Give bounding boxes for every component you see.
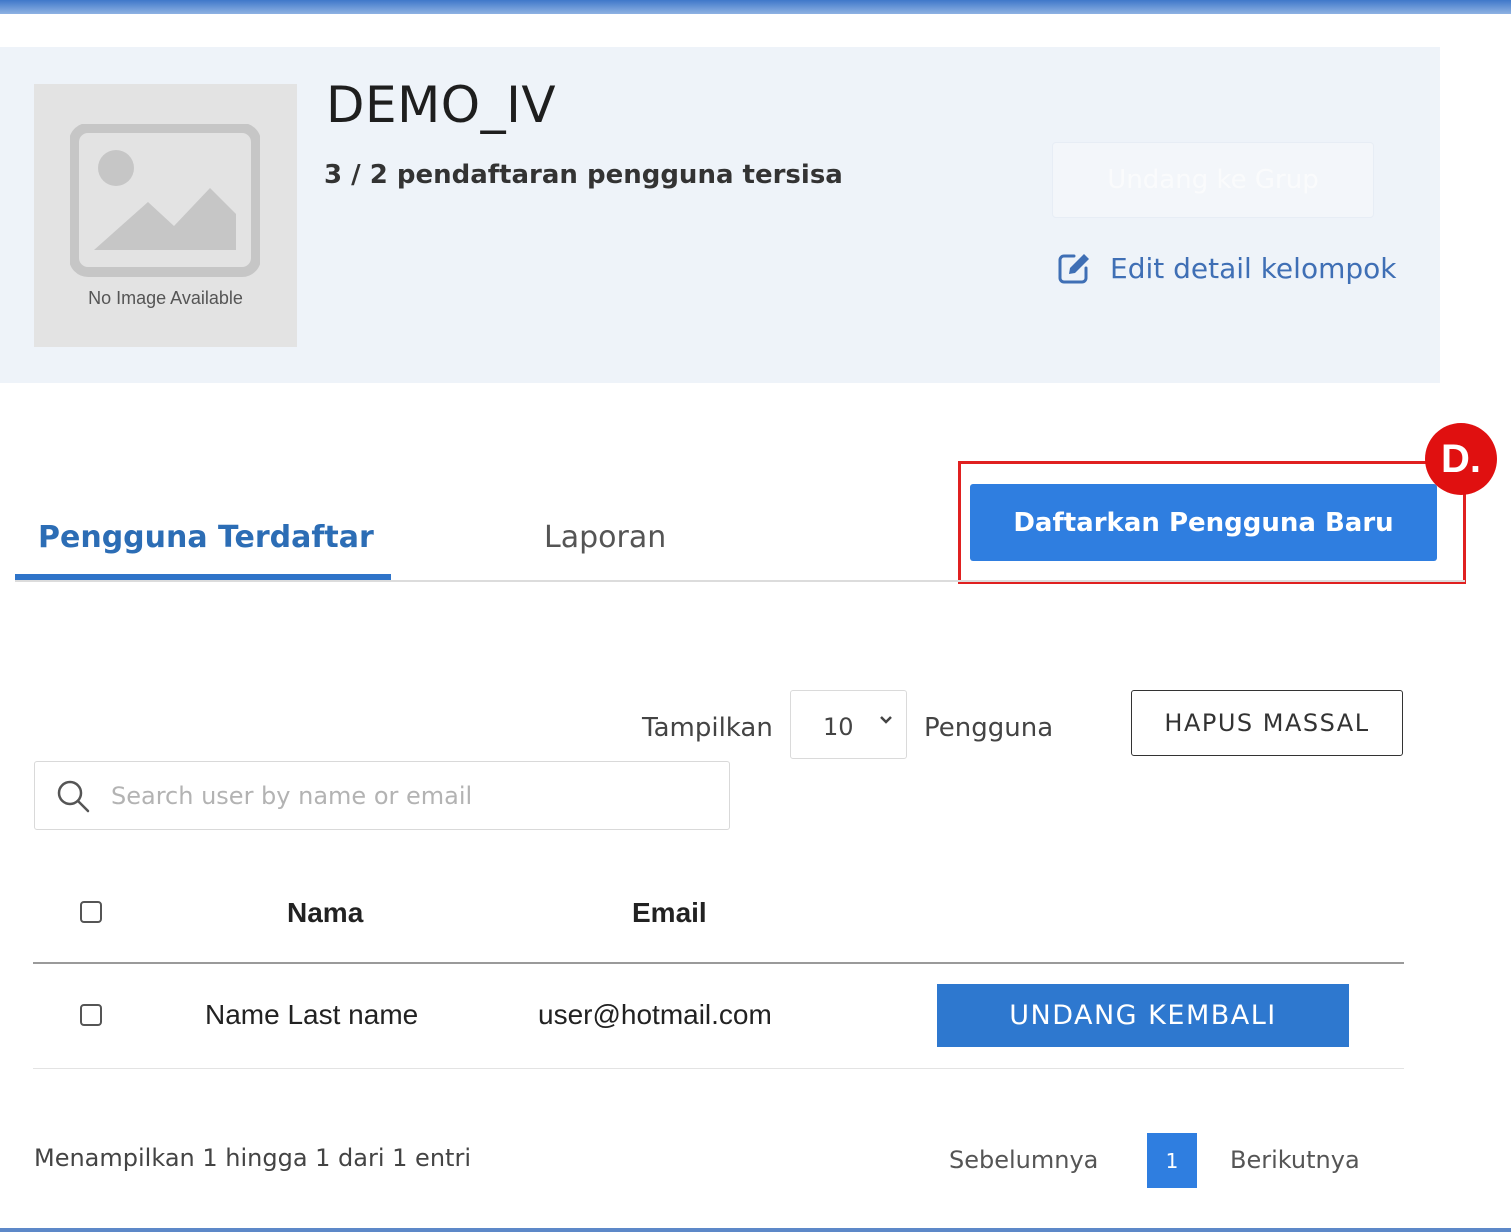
select-all-checkbox[interactable] xyxy=(80,901,102,923)
next-page-link[interactable]: Berikutnya xyxy=(1230,1146,1360,1174)
edit-link-label: Edit detail kelompok xyxy=(1110,251,1397,285)
search-icon xyxy=(57,780,90,813)
user-email-cell: user@hotmail.com xyxy=(538,999,772,1030)
image-placeholder-icon xyxy=(70,124,260,277)
entries-info: Menampilkan 1 hingga 1 dari 1 entri xyxy=(34,1144,471,1172)
previous-page-link[interactable]: Sebelumnya xyxy=(949,1146,1098,1174)
users-label: Pengguna xyxy=(924,713,1054,743)
top-border xyxy=(0,0,1511,14)
page-size-select[interactable]: 10 xyxy=(790,690,907,759)
page-size-value: 10 xyxy=(823,713,854,741)
group-title: DEMO_IV xyxy=(326,76,557,134)
invite-to-group-button[interactable]: Undang ke Grup xyxy=(1052,142,1374,218)
tab-reports[interactable]: Laporan xyxy=(544,520,666,555)
group-image-placeholder: No Image Available xyxy=(34,84,297,347)
register-new-user-button[interactable]: Daftarkan Pengguna Baru xyxy=(970,484,1437,561)
annotation-marker: D. xyxy=(1425,423,1497,495)
active-tab-indicator xyxy=(15,574,391,580)
reinvite-button[interactable]: UNDANG KEMBALI xyxy=(937,984,1349,1047)
tabs-divider xyxy=(15,580,1465,582)
table-row-divider xyxy=(33,1068,1404,1069)
search-input[interactable]: Search user by name or email xyxy=(34,761,730,830)
row-checkbox[interactable] xyxy=(80,1004,102,1026)
edit-group-details-link[interactable]: Edit detail kelompok xyxy=(1056,250,1396,286)
current-page-button[interactable]: 1 xyxy=(1147,1133,1197,1188)
user-name-cell: Name Last name xyxy=(205,999,419,1030)
bulk-delete-button[interactable]: HAPUS MASSAL xyxy=(1131,690,1403,756)
search-placeholder: Search user by name or email xyxy=(111,782,473,810)
column-header-name[interactable]: Nama xyxy=(287,897,363,929)
no-image-text: No Image Available xyxy=(88,288,243,308)
table-header-divider xyxy=(33,962,1404,964)
tab-registered-users[interactable]: Pengguna Terdaftar xyxy=(38,520,374,555)
column-header-email[interactable]: Email xyxy=(632,897,707,929)
edit-icon xyxy=(1058,254,1089,284)
chevron-down-icon xyxy=(880,716,892,724)
show-label: Tampilkan xyxy=(642,713,773,743)
bottom-border xyxy=(0,1228,1511,1232)
remaining-registrations: 3 / 2 pendaftaran pengguna tersisa xyxy=(324,160,843,190)
